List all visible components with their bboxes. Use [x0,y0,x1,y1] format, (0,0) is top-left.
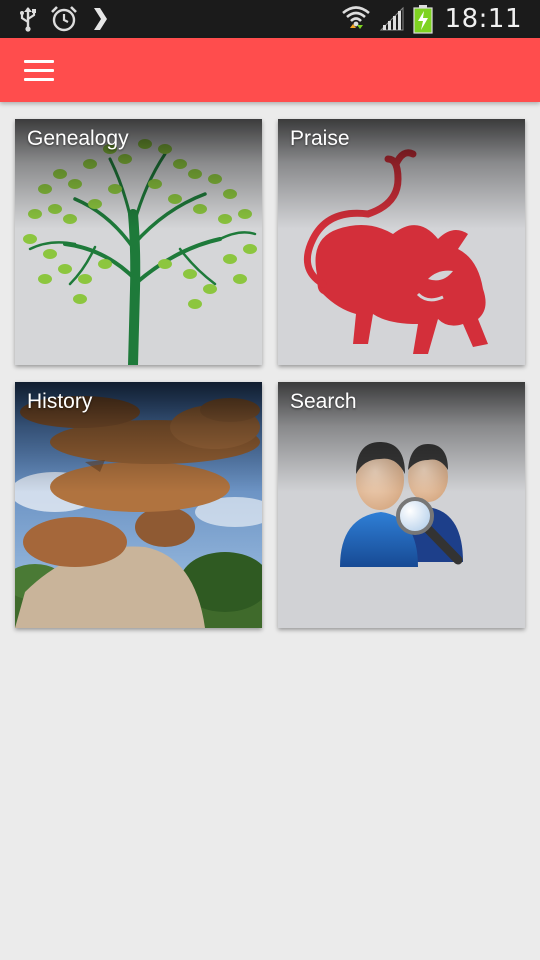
alarm-icon [50,6,78,32]
tile-praise[interactable]: Praise [278,119,525,365]
battery-charging-icon [412,4,433,34]
app-bar [0,38,540,102]
tile-label: History [27,390,93,413]
clock: 18:11 [444,4,522,34]
tile-history[interactable]: History [15,382,262,628]
tree-icon [15,119,262,365]
tile-search[interactable]: Search [278,382,525,628]
people-search-icon [278,382,525,628]
tile-label: Genealogy [27,127,129,150]
status-bar: 18:11 [0,0,540,38]
usb-icon [18,6,38,32]
balancing-rocks-photo [15,382,262,628]
bull-icon [278,119,525,365]
wifi-icon [341,4,371,34]
tile-label: Praise [290,127,350,150]
tile-genealogy[interactable]: Genealogy [15,119,262,365]
hamburger-menu-icon[interactable] [16,50,62,90]
tile-label: Search [290,390,357,413]
chevron-right-icon [90,6,110,32]
signal-icon [379,6,405,32]
